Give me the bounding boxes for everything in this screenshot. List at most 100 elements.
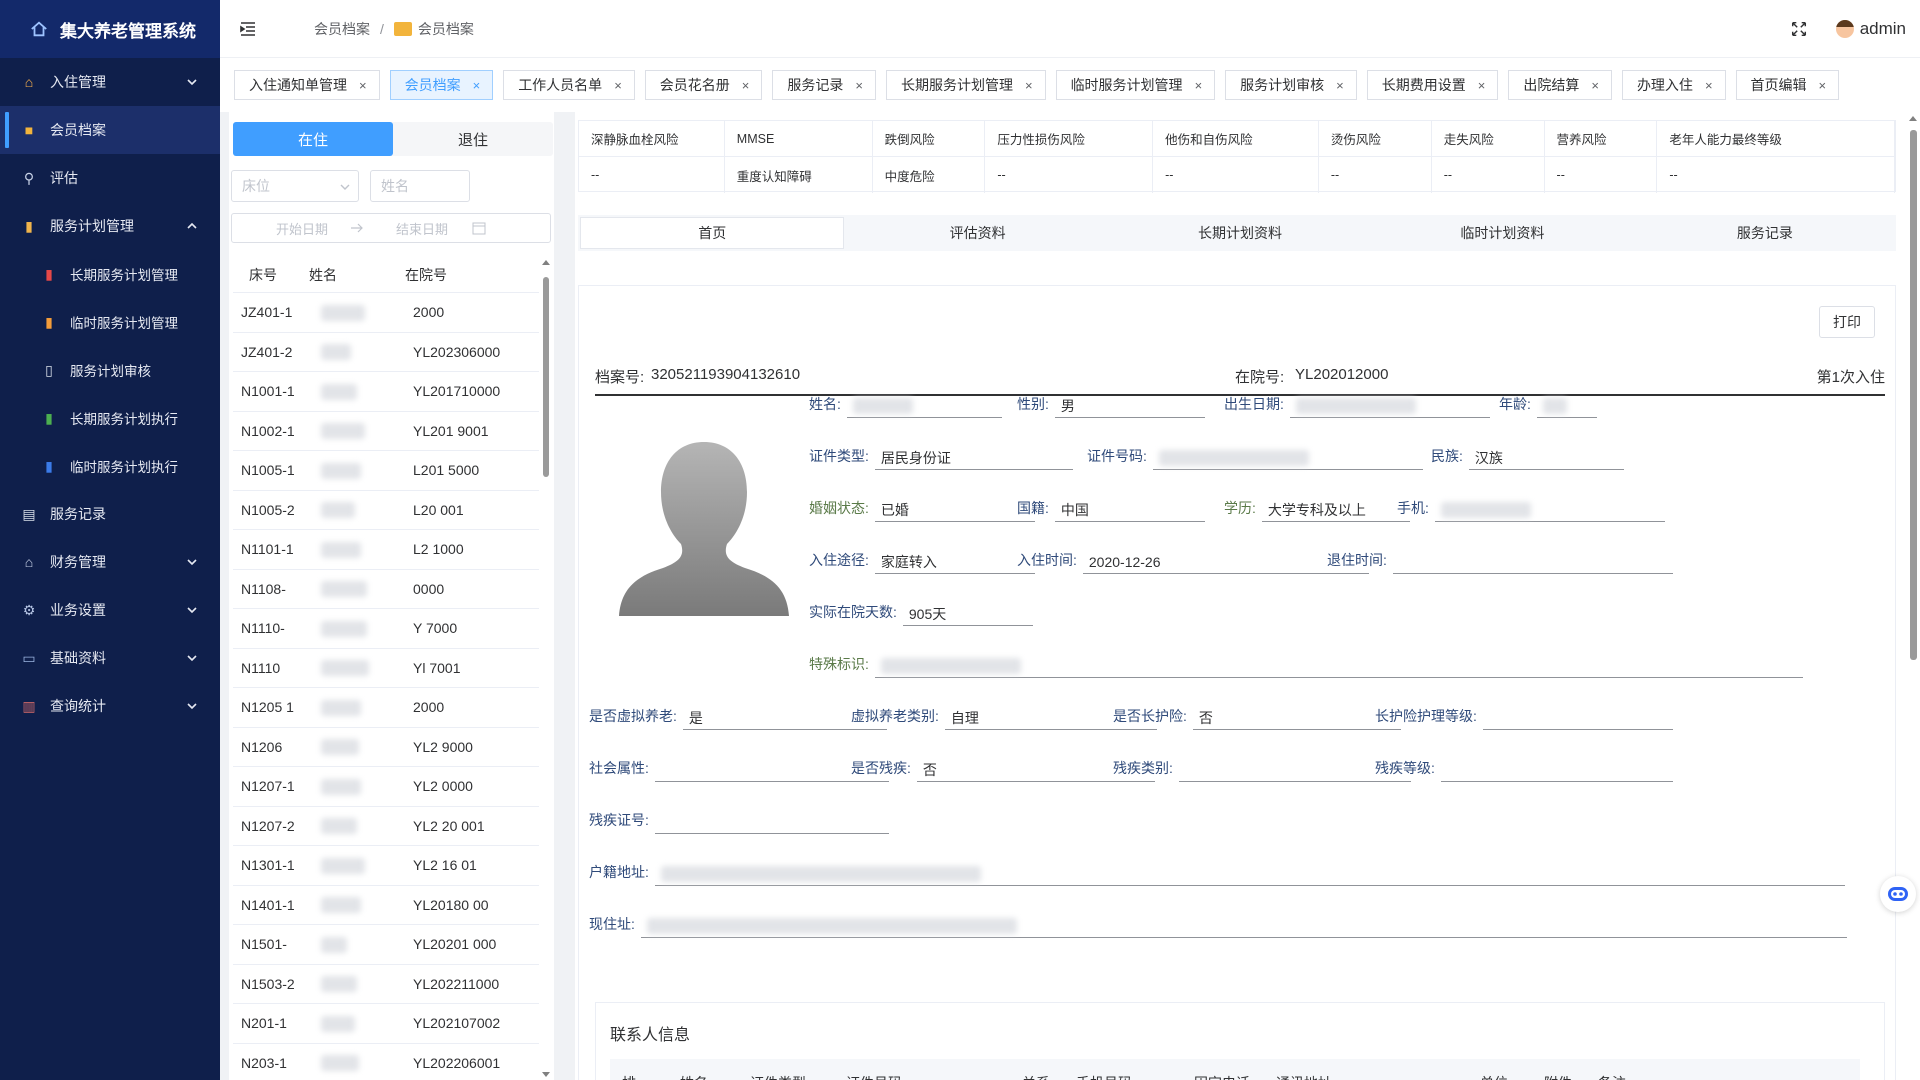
sidebar-item-1[interactable]: ■ 会员档案 [0,106,220,154]
start-date[interactable]: 开始日期 [276,219,328,238]
close-icon[interactable]: × [473,78,481,93]
breadcrumb-item[interactable]: 会员档案 [314,19,370,39]
table-row[interactable]: N1110- Y 7000 [233,609,539,649]
sidebar-item-4[interactable]: ▮ 长期服务计划管理 [0,250,220,298]
field-value[interactable] [846,394,1002,418]
close-icon[interactable]: × [1705,78,1713,93]
close-icon[interactable]: × [1478,78,1486,93]
close-icon[interactable]: × [1025,78,1033,93]
tab-detail-2[interactable]: 长期计划资料 [1109,215,1371,251]
field-value[interactable]: 中国 [1054,498,1205,522]
sidebar-item-10[interactable]: ⌂ 财务管理 [0,538,220,586]
name-input[interactable]: 姓名 [370,170,470,202]
close-icon[interactable]: × [1591,78,1599,93]
assistant-robot-icon[interactable] [1880,876,1916,912]
sidebar-item-13[interactable]: ▥ 查询统计 [0,682,220,730]
table-row[interactable]: N1101-1 L2 1000 [233,530,539,570]
table-row[interactable]: N1301-1 YL2 16 01 [233,846,539,886]
field-value[interactable]: 905天 [902,602,1033,626]
close-icon[interactable]: × [1195,78,1203,93]
table-row[interactable]: N1503-2 YL202211000 [233,965,539,1004]
sidebar-item-2[interactable]: ⚲ 评估 [0,154,220,202]
app-logo[interactable]: 集大养老管理系统 [0,0,220,58]
scroll-down-icon[interactable] [542,1070,550,1078]
close-icon[interactable]: × [359,78,367,93]
menu-fold-icon[interactable] [238,19,258,39]
list-scrollbar[interactable] [540,257,552,1080]
tag-8[interactable]: 长期费用设置 × [1366,70,1499,100]
table-row[interactable]: N1206 YL2 9000 [233,728,539,767]
sidebar-item-7[interactable]: ▮ 长期服务计划执行 [0,394,220,442]
field-value[interactable] [1152,446,1423,470]
sidebar-item-3[interactable]: ▮ 服务计划管理 [0,202,220,250]
avatar[interactable] [1835,19,1854,38]
tag-5[interactable]: 长期服务计划管理 × [885,70,1046,100]
tab-checked-out[interactable]: 退住 [393,122,553,156]
tag-4[interactable]: 服务记录 × [772,70,876,100]
tag-7[interactable]: 服务计划审核 × [1225,70,1357,100]
sidebar-item-5[interactable]: ▮ 临时服务计划管理 [0,298,220,346]
table-row[interactable]: N203-1 YL202206001 [233,1044,539,1080]
field-value[interactable] [1289,394,1490,418]
close-icon[interactable]: × [614,78,622,93]
print-button[interactable]: 打印 [1819,306,1875,338]
table-row[interactable]: N1002-1 YL201 9001 [233,412,539,451]
close-icon[interactable]: × [742,78,750,93]
field-value[interactable]: 已婚 [874,498,1035,522]
tag-10[interactable]: 办理入住 × [1621,70,1726,100]
field-value[interactable]: 汉族 [1468,446,1624,470]
tab-detail-4[interactable]: 服务记录 [1634,215,1896,251]
tag-3[interactable]: 会员花名册 × [644,70,763,100]
table-row[interactable]: N1110 Yl 7001 [233,649,539,688]
tab-in-residence[interactable]: 在住 [233,122,393,156]
close-icon[interactable]: × [855,78,863,93]
field-value[interactable]: 2020-12-26 [1082,550,1369,574]
table-row[interactable]: N1205 1 2000 [233,688,539,728]
scroll-up-icon[interactable] [542,259,550,267]
tab-detail-3[interactable]: 临时计划资料 [1371,215,1633,251]
tab-detail-0[interactable]: 首页 [580,217,845,249]
sidebar-item-6[interactable]: ▯ 服务计划审核 [0,346,220,394]
fullscreen-icon[interactable] [1790,20,1808,38]
sidebar-item-11[interactable]: ⚙ 业务设置 [0,586,220,634]
sidebar-item-0[interactable]: ⌂ 入住管理 [0,58,220,106]
close-icon[interactable]: × [1336,78,1344,93]
table-row[interactable]: N1005-1 L201 5000 [233,451,539,491]
tag-9[interactable]: 出院结算 × [1508,70,1612,100]
scroll-up-icon[interactable] [1909,115,1917,123]
table-row[interactable]: N1207-1 YL2 0000 [233,767,539,807]
field-value[interactable] [640,914,1847,938]
tag-2[interactable]: 工作人员名单 × [503,70,635,100]
field-value[interactable] [1392,550,1673,574]
tab-detail-1[interactable]: 评估资料 [846,215,1108,251]
table-row[interactable]: N1207-2 YL2 20 001 [233,807,539,846]
field-value[interactable]: 家庭转入 [874,550,1035,574]
field-value[interactable]: 居民身份证 [874,446,1073,470]
table-row[interactable]: N1005-2 L20 001 [233,491,539,530]
tag-0[interactable]: 入住通知单管理 × [234,70,380,100]
page-scrollbar[interactable] [1906,112,1920,1080]
field-value[interactable] [1482,706,1673,730]
end-date[interactable]: 结束日期 [396,219,448,238]
tag-6[interactable]: 临时服务计划管理 × [1055,70,1216,100]
table-row[interactable]: N1501- YL20201 000 [233,925,539,965]
field-value[interactable] [1536,394,1597,418]
sidebar-item-12[interactable]: ▭ 基础资料 [0,634,220,682]
sidebar-item-9[interactable]: ▤ 服务记录 [0,490,220,538]
field-value[interactable]: 否 [1192,706,1401,730]
field-value[interactable] [654,810,889,834]
tag-1[interactable]: 会员档案 × [389,70,494,100]
close-icon[interactable]: × [1819,78,1827,93]
field-value[interactable] [1434,498,1665,522]
table-row[interactable]: JZ401-2 YL202306000 [233,333,539,372]
table-row[interactable]: JZ401-1 2000 [233,293,539,333]
tag-11[interactable]: 首页编辑 × [1735,70,1840,100]
table-row[interactable]: N1001-1 YL201710000 [233,372,539,412]
field-value[interactable] [1440,758,1673,782]
field-value[interactable]: 男 [1054,394,1205,418]
bed-select[interactable]: 床位 [231,170,359,202]
sidebar-item-8[interactable]: ▮ 临时服务计划执行 [0,442,220,490]
user-name[interactable]: admin [1860,19,1906,39]
field-value[interactable] [874,654,1803,678]
table-row[interactable]: N1108- 0000 [233,570,539,609]
